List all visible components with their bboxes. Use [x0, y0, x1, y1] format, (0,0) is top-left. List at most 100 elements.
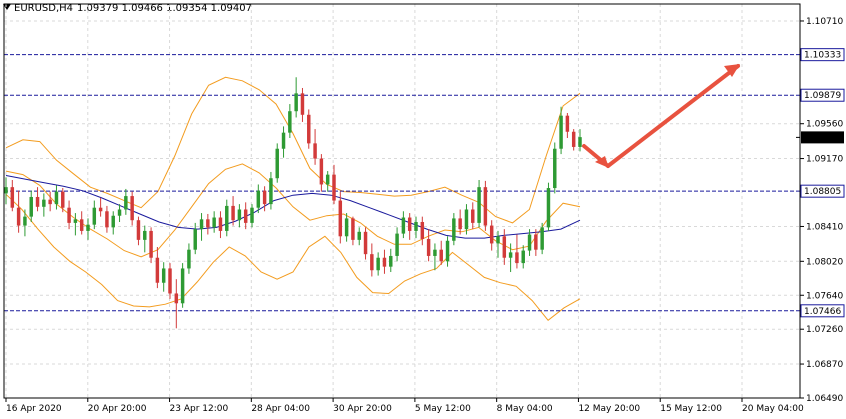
- price-chart[interactable]: 1.10333 1.09879 1.08805 1.07466 1.10710 1.09…: [0, 0, 846, 419]
- indicator-lines: [5, 76, 581, 321]
- candle-bull: [111, 215, 115, 228]
- candle-bear: [426, 238, 431, 256]
- candle-bear: [168, 268, 172, 294]
- candle-bull: [414, 221, 418, 231]
- candle-bear: [313, 143, 317, 159]
- candle-bear: [262, 190, 267, 205]
- candle-bull: [578, 137, 582, 147]
- candle-bear: [471, 209, 475, 223]
- candle-bear: [130, 196, 134, 221]
- candle-bull: [294, 93, 298, 112]
- candle-bull: [187, 249, 191, 269]
- candle-bear: [534, 234, 538, 250]
- x-tick-label: 12 May 20:00: [578, 404, 640, 414]
- candle-bear: [407, 217, 412, 231]
- y-tick-label: 1.08410: [806, 222, 843, 232]
- x-tick-label: 15 May 12:00: [660, 404, 722, 414]
- candle-bear: [307, 114, 311, 144]
- candle-bear: [155, 257, 160, 283]
- current-price-label: 1.09407: [804, 133, 841, 143]
- x-tick-label: 20 Apr 20:00: [88, 404, 147, 414]
- candle-bear: [489, 225, 494, 244]
- candle-bull: [325, 174, 330, 185]
- candle-bull: [357, 231, 361, 240]
- bollinger-lower-line: [5, 193, 581, 321]
- y-tick-label: 1.07260: [806, 325, 843, 335]
- candle-bear: [370, 254, 374, 271]
- candle-bull: [180, 268, 185, 304]
- x-tick-label: 5 May 12:00: [415, 404, 471, 414]
- candle-bear: [105, 211, 109, 228]
- y-tick-label: 1.08020: [806, 257, 843, 267]
- candle-bull: [275, 148, 279, 179]
- candle-bull: [250, 207, 254, 223]
- bollinger-mid-line: [5, 163, 581, 258]
- candle-bull: [23, 216, 27, 226]
- candle-bull: [29, 196, 33, 217]
- y-tick-label: 1.06870: [806, 360, 843, 370]
- candle-bear: [439, 249, 443, 262]
- candle-bull: [269, 178, 273, 205]
- candle-bear: [420, 221, 425, 239]
- x-tick-label: 16 Apr 2020: [6, 404, 62, 414]
- candle-bull: [445, 240, 450, 262]
- candle-bear: [319, 158, 324, 185]
- candle-bear: [363, 231, 368, 255]
- candle-bear: [382, 257, 387, 267]
- forecast-arrows[interactable]: [582, 64, 740, 168]
- y-tick-label: 1.06490: [806, 394, 843, 404]
- candle-bull: [464, 209, 469, 230]
- candle-bull: [143, 230, 147, 240]
- candle-bull: [477, 187, 481, 223]
- y-tick-label: 1.07640: [806, 291, 843, 301]
- candle-bull: [4, 187, 8, 194]
- candle-bull: [237, 209, 242, 221]
- candle-bear: [174, 293, 179, 304]
- candle-bull: [256, 190, 261, 208]
- candle-bear: [206, 219, 210, 228]
- candle-bull: [521, 250, 525, 264]
- candle-bull: [161, 268, 166, 283]
- candle-bull: [553, 148, 557, 189]
- candle-bear: [136, 220, 141, 240]
- x-tick-label: 30 Apr 20:00: [333, 404, 392, 414]
- candle-bull: [389, 255, 393, 267]
- grid: [4, 4, 800, 399]
- candle-bear: [48, 199, 52, 205]
- candle-bear: [231, 205, 235, 221]
- arrow-up-segment[interactable]: [606, 64, 740, 168]
- candle-bull: [546, 188, 551, 228]
- candle-bear: [571, 131, 576, 147]
- candle-bear: [483, 187, 488, 226]
- candle-bull: [395, 233, 399, 256]
- bollinger-upper-line: [5, 76, 581, 224]
- candle-bear: [149, 230, 153, 258]
- x-tick-label: 8 May 04:00: [497, 404, 553, 414]
- candle-bull: [433, 249, 437, 256]
- candle-bull: [117, 209, 122, 216]
- level-price-label: 1.07466: [804, 307, 841, 317]
- candle-bull: [452, 218, 456, 241]
- candle-bull: [212, 217, 216, 228]
- candle-bear: [79, 219, 84, 231]
- candle-bear: [515, 252, 519, 264]
- candle-bear: [338, 200, 343, 237]
- candle-bull: [401, 217, 406, 234]
- horizontal-levels[interactable]: 1.10333 1.09879 1.08805 1.07466: [4, 48, 845, 318]
- candle-bull: [54, 191, 59, 205]
- candle-bull: [540, 227, 544, 250]
- candle-bull: [42, 199, 46, 207]
- candle-bear: [458, 218, 462, 230]
- y-tick-label: 1.09560: [806, 120, 843, 130]
- candle-bull: [92, 207, 97, 225]
- x-tick-label: 20 May 04:00: [742, 404, 804, 414]
- candle-bear: [10, 187, 15, 208]
- plot-frame: [3, 3, 801, 399]
- level-price-label: 1.09879: [804, 91, 841, 101]
- candle-bull: [559, 115, 563, 149]
- candle-bull: [199, 219, 204, 230]
- level-price-label: 1.10333: [804, 51, 841, 61]
- level-price-label: 1.08805: [804, 187, 841, 197]
- candles: [4, 77, 582, 329]
- candle-bear: [67, 207, 71, 223]
